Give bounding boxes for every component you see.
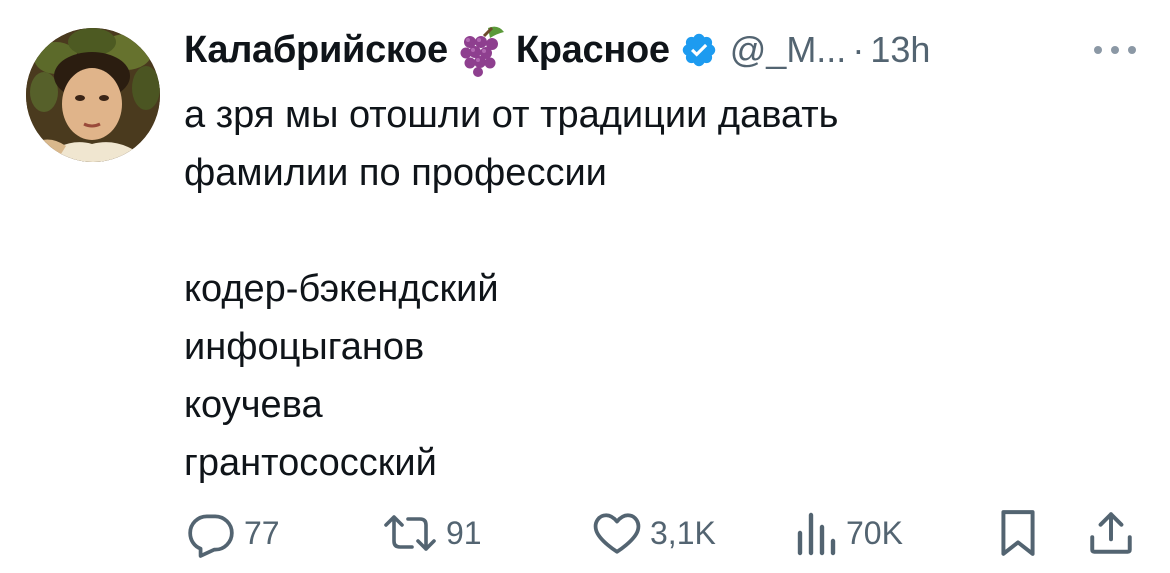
grapes-emoji-icon	[454, 22, 510, 78]
like-count: 3,1K	[650, 514, 716, 551]
tweet-header: Калабрийское Красное @_M... · 13h	[184, 22, 930, 78]
views-button[interactable]: 70K	[794, 505, 903, 561]
display-name-part2[interactable]: Красное	[516, 29, 670, 72]
repost-icon	[384, 515, 436, 551]
repost-count: 91	[446, 514, 482, 551]
separator-dot: ·	[852, 29, 865, 70]
like-button[interactable]: 3,1K	[592, 505, 716, 561]
share-icon	[1090, 512, 1132, 554]
display-name-part1[interactable]: Калабрийское	[184, 29, 448, 72]
bookmark-icon	[1001, 510, 1035, 556]
more-options-button[interactable]	[1090, 40, 1140, 60]
verified-badge-icon	[680, 31, 718, 69]
tweet-text: а зря мы отошли от традиции давать фамил…	[184, 94, 839, 484]
avatar-image	[26, 28, 160, 162]
more-dots-icon	[1094, 46, 1136, 54]
author-handle[interactable]: @_M...	[730, 29, 847, 71]
share-button[interactable]	[1086, 505, 1136, 561]
repost-button[interactable]: 91	[382, 505, 482, 561]
reply-icon	[188, 514, 234, 558]
view-count: 70K	[846, 514, 903, 551]
avatar[interactable]	[26, 28, 160, 162]
views-chart-icon	[797, 512, 836, 556]
reply-button[interactable]: 77	[186, 505, 280, 561]
tweet-actions: 77 91 3,1K 70K	[0, 505, 1170, 561]
bookmark-button[interactable]	[996, 505, 1040, 561]
timestamp[interactable]: 13h	[870, 29, 930, 71]
heart-icon	[593, 513, 641, 554]
reply-count: 77	[244, 514, 280, 551]
